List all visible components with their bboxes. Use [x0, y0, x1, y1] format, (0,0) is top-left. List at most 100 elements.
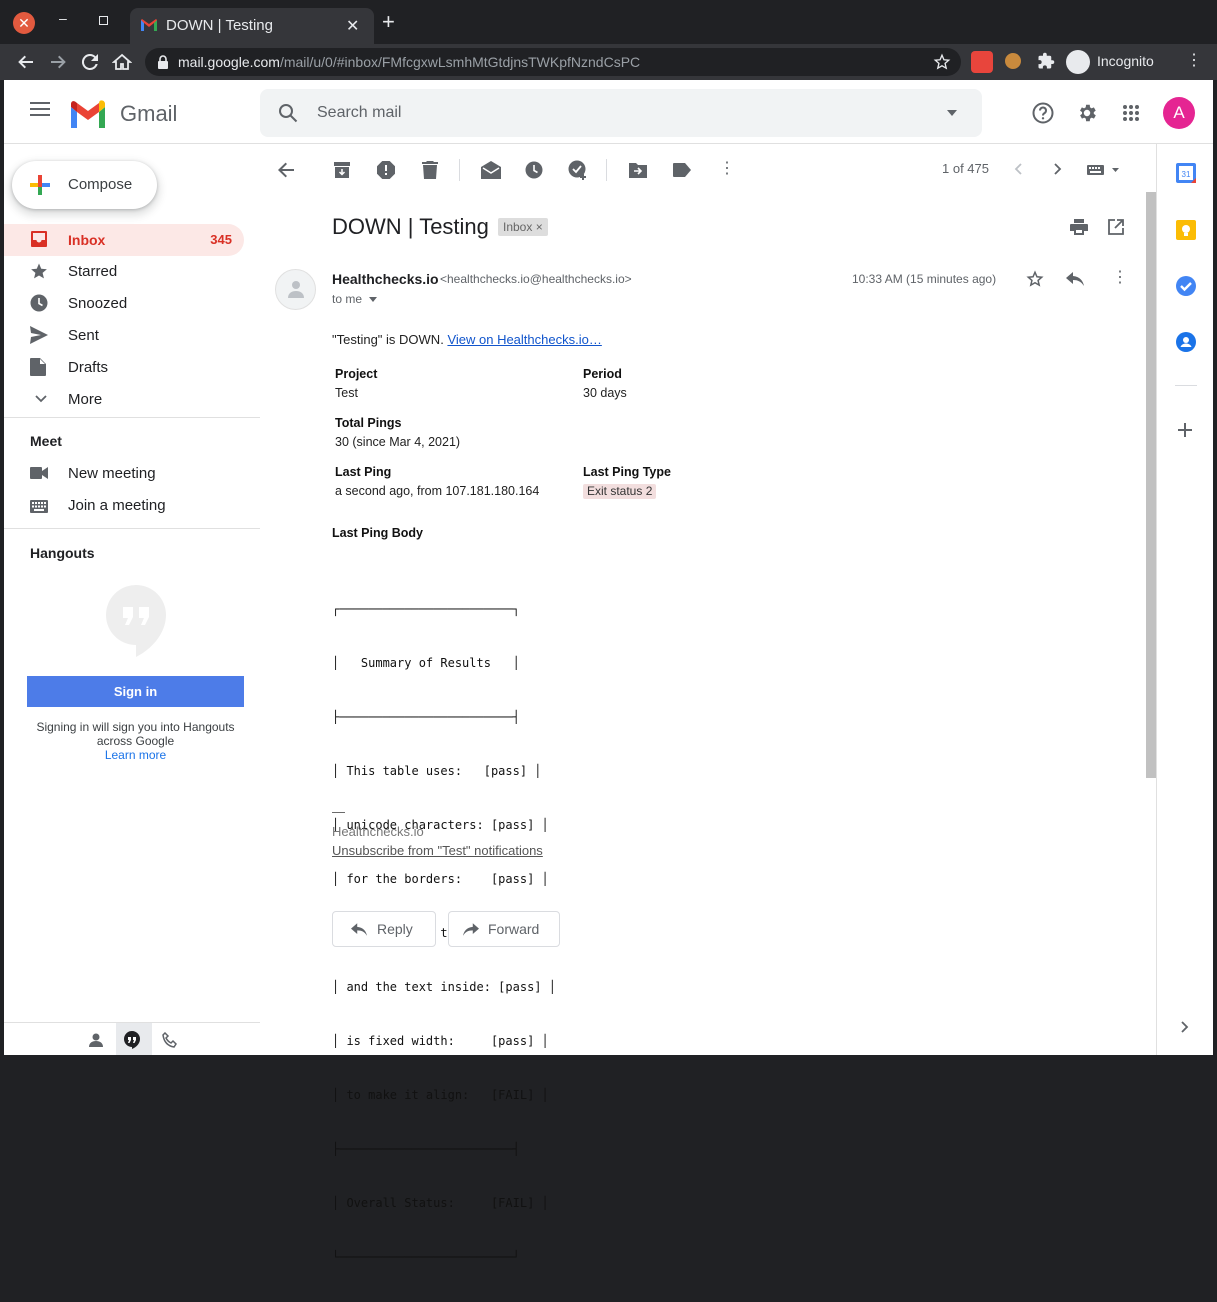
compose-button[interactable]: Compose	[12, 161, 157, 209]
hangouts-quote-icon[interactable]	[124, 1031, 140, 1049]
search-input[interactable]: Search mail	[317, 104, 401, 122]
forward-button[interactable]: Forward	[448, 911, 560, 947]
new-tab-button[interactable]: +	[382, 11, 395, 33]
snooze-clock-icon[interactable]	[525, 161, 543, 179]
home-icon[interactable]	[112, 52, 132, 72]
open-new-window-icon[interactable]	[1108, 219, 1124, 235]
gmail-page: Gmail Search mail A Compose Inbox 345 St…	[4, 80, 1213, 1264]
ping-body-line: │ This table uses: [pass] │	[332, 764, 542, 778]
message-subject: DOWN | Testing	[332, 214, 489, 239]
sidebar-item-label: Join a meeting	[68, 497, 166, 514]
last-ping-type-label: Last Ping Type	[583, 465, 671, 479]
chrome-menu-icon[interactable]: ⋮	[1186, 53, 1202, 69]
input-tools-keyboard-icon[interactable]	[1087, 164, 1121, 176]
search-icon[interactable]	[278, 103, 298, 123]
incognito-icon[interactable]	[1066, 50, 1090, 74]
hangouts-sign-in-button[interactable]: Sign in	[27, 676, 244, 707]
bookmark-star-icon[interactable]	[933, 53, 951, 71]
toolbar-separator	[459, 159, 460, 181]
incognito-label[interactable]: Incognito	[1097, 53, 1154, 69]
delete-trash-icon[interactable]	[422, 161, 438, 179]
message-more-icon[interactable]: ⋮	[1112, 270, 1128, 286]
sidebar-item-more[interactable]: More	[4, 384, 244, 416]
reply-button[interactable]: Reply	[332, 911, 436, 947]
extension-percent-icon[interactable]	[971, 51, 993, 73]
archive-icon[interactable]	[333, 161, 351, 179]
inbox-label-chip[interactable]: Inbox ×	[498, 218, 548, 236]
sidebar-item-snoozed[interactable]: Snoozed	[4, 288, 244, 320]
recipient-chevron-down-icon	[369, 297, 378, 303]
project-value: Test	[335, 386, 358, 400]
search-options-chevron-icon[interactable]	[947, 110, 957, 116]
ping-body-line: │ is fixed width: [pass] │	[332, 1034, 549, 1048]
gmail-logo-icon[interactable]	[69, 100, 107, 128]
label-tag-icon[interactable]	[673, 163, 691, 177]
sidebar-divider	[4, 528, 260, 529]
reply-label: Reply	[377, 921, 413, 937]
address-bar[interactable]: mail.google.com/mail/u/0/#inbox/FMfcgxwL…	[145, 48, 961, 76]
search-bar[interactable]: Search mail	[260, 89, 982, 137]
extensions-puzzle-icon[interactable]	[1037, 52, 1055, 70]
star-message-icon[interactable]	[1026, 270, 1044, 288]
ping-body-line: ├────────────────────────┤	[332, 1142, 520, 1156]
sidebar-item-inbox[interactable]: Inbox 345	[4, 224, 244, 256]
settings-gear-icon[interactable]	[1076, 102, 1098, 124]
apps-grid-icon[interactable]	[1123, 105, 1139, 121]
print-icon[interactable]	[1070, 219, 1088, 235]
browser-toolbar: mail.google.com/mail/u/0/#inbox/FMfcgxwL…	[0, 44, 1217, 80]
recipient-details[interactable]: to me	[332, 292, 378, 306]
total-pings-value: 30 (since Mar 4, 2021)	[335, 435, 461, 449]
message-scrollbar[interactable]	[1146, 192, 1156, 778]
sidebar-item-join-meeting[interactable]: Join a meeting	[4, 490, 244, 522]
calendar-icon[interactable]: 31	[1176, 163, 1196, 183]
back-icon[interactable]	[16, 52, 36, 72]
tab-close-icon[interactable]: ✕	[346, 16, 359, 36]
period-value: 30 days	[583, 386, 627, 400]
expand-side-panel-chevron-icon[interactable]	[1181, 1021, 1189, 1033]
window-close-button[interactable]: ✕	[13, 12, 35, 34]
video-camera-icon	[30, 467, 48, 479]
view-on-healthchecks-link[interactable]: View on Healthchecks.io…	[447, 332, 601, 347]
recipient-text: to me	[332, 292, 363, 306]
ping-body-line: │ and the text inside: [pass] │	[332, 980, 556, 994]
back-to-inbox-arrow-icon[interactable]	[278, 162, 294, 178]
keep-notes-icon[interactable]	[1176, 220, 1196, 240]
sidebar-item-drafts[interactable]: Drafts	[4, 352, 244, 384]
reload-icon[interactable]	[80, 52, 100, 72]
mark-unread-envelope-icon[interactable]	[481, 161, 501, 179]
extension-cookie-icon[interactable]	[1005, 53, 1021, 69]
phone-icon[interactable]	[162, 1032, 178, 1048]
unsubscribe-link[interactable]: Unsubscribe from "Test" notifications	[332, 843, 543, 858]
reply-arrow-icon[interactable]	[1066, 272, 1084, 286]
sidebar-item-sent[interactable]: Sent	[4, 320, 244, 352]
browser-titlebar: ✕ – DOWN | Testing ✕ +	[0, 0, 1217, 44]
tasks-icon[interactable]	[1176, 276, 1196, 296]
help-icon[interactable]	[1032, 102, 1054, 124]
forward-icon[interactable]	[48, 52, 68, 72]
sidebar-item-starred[interactable]: Starred	[4, 256, 244, 288]
more-options-icon[interactable]: ⋮	[719, 161, 735, 177]
ping-body-title: Last Ping Body	[332, 526, 423, 540]
report-spam-icon[interactable]	[377, 161, 395, 179]
url-path: /mail/u/0/#inbox/FMfcgxwLsmhMtGtdjnsTWKp…	[279, 54, 641, 70]
get-addons-plus-icon[interactable]	[1178, 423, 1192, 437]
main-menu-icon[interactable]	[30, 102, 50, 116]
older-chevron-right-icon[interactable]	[1054, 163, 1062, 175]
sidebar-item-label: Drafts	[68, 359, 109, 376]
browser-tab[interactable]: DOWN | Testing ✕	[130, 8, 374, 44]
window-maximize-button[interactable]	[99, 16, 108, 25]
learn-more-link[interactable]: Learn more	[27, 748, 244, 762]
ping-body-line: ├────────────────────────┤	[332, 710, 520, 724]
account-avatar[interactable]: A	[1163, 97, 1195, 129]
sign-in-note-text: Signing in will sign you into Hangouts a…	[36, 720, 235, 748]
add-to-tasks-icon[interactable]	[568, 160, 588, 180]
contacts-person-icon[interactable]	[89, 1033, 103, 1047]
inbox-unread-count: 345	[210, 232, 232, 247]
sidebar-item-new-meeting[interactable]: New meeting	[4, 458, 244, 490]
side-panel-divider	[1156, 144, 1157, 1055]
newer-chevron-left-icon[interactable]	[1014, 163, 1022, 175]
sender-name[interactable]: Healthchecks.io	[332, 271, 439, 287]
contacts-icon[interactable]	[1176, 332, 1196, 352]
move-to-folder-icon[interactable]	[629, 162, 647, 178]
window-minimize-button[interactable]: –	[59, 10, 67, 26]
